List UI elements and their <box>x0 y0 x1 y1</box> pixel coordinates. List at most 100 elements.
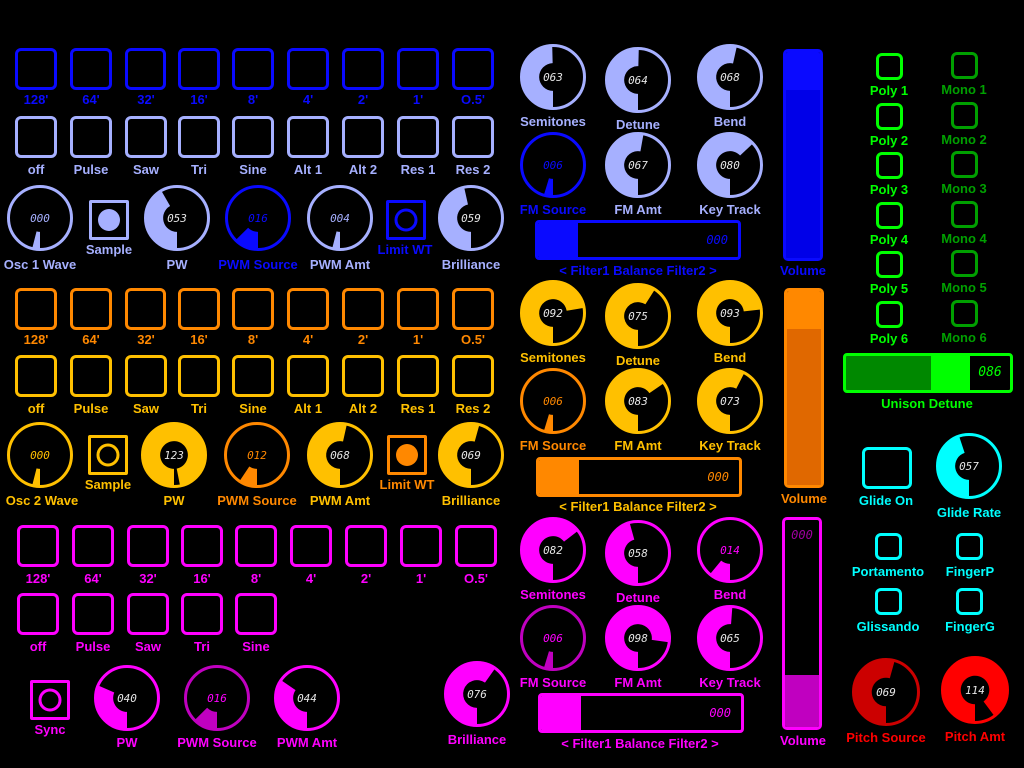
osc1-fm-source-knob[interactable]: 006 <box>520 132 586 198</box>
osc1-limit-wt-toggle[interactable] <box>386 200 426 240</box>
voice-poly-button[interactable] <box>876 102 903 130</box>
osc3-brilliance-knob[interactable]: 076 <box>444 661 510 727</box>
osc3-sync-toggle[interactable] <box>30 680 70 720</box>
osc2-pw-knob[interactable]: 123 <box>141 422 207 488</box>
osc2-volume-slider[interactable] <box>784 288 824 488</box>
glide-on-button[interactable] <box>862 447 912 489</box>
osc2-octave-button[interactable] <box>287 288 329 330</box>
osc2-octave-button[interactable] <box>178 288 220 330</box>
osc2-limit-wt-toggle[interactable] <box>387 435 427 475</box>
osc1-semitones-knob[interactable]: 063 <box>520 44 586 110</box>
osc2-wave-button[interactable] <box>70 355 112 397</box>
osc1-wave-button[interactable] <box>342 116 384 158</box>
osc3-octave-button[interactable] <box>400 525 442 567</box>
osc2-brilliance-knob[interactable]: 069 <box>438 422 504 488</box>
osc3-octave-button[interactable] <box>72 525 114 567</box>
osc3-key-track-knob[interactable]: 065 <box>697 605 763 671</box>
voice-poly-button[interactable] <box>876 201 903 229</box>
osc2-octave-button[interactable] <box>15 288 57 330</box>
osc2-bend-knob[interactable]: 093 <box>697 280 763 346</box>
osc1-octave-button[interactable] <box>15 48 57 90</box>
osc2-wave-button[interactable] <box>15 355 57 397</box>
osc2-wave-button[interactable] <box>178 355 220 397</box>
osc2-pwm-amt-knob[interactable]: 068 <box>307 422 373 488</box>
osc3-octave-button[interactable] <box>17 525 59 567</box>
osc1-sample-toggle[interactable] <box>89 200 129 240</box>
osc3-pw-knob[interactable]: 040 <box>94 665 160 731</box>
osc1-wave-knob[interactable]: 000 <box>7 185 73 251</box>
osc3-wave-button[interactable] <box>127 593 169 635</box>
osc3-wave-button[interactable] <box>72 593 114 635</box>
voice-mono-button[interactable] <box>951 299 978 327</box>
finger-p-button[interactable] <box>956 533 983 560</box>
osc2-wave-button[interactable] <box>452 355 494 397</box>
osc3-fm-source-knob[interactable]: 006 <box>520 605 586 671</box>
osc2-octave-button[interactable] <box>232 288 274 330</box>
osc3-octave-button[interactable] <box>181 525 223 567</box>
osc3-octave-button[interactable] <box>235 525 277 567</box>
osc3-octave-button[interactable] <box>127 525 169 567</box>
osc1-pw-knob[interactable]: 053 <box>144 185 210 251</box>
osc1-octave-button[interactable] <box>342 48 384 90</box>
finger-g-button[interactable] <box>956 588 983 615</box>
osc1-octave-button[interactable] <box>287 48 329 90</box>
osc1-wave-button[interactable] <box>15 116 57 158</box>
osc2-pwm-source-knob[interactable]: 012 <box>224 422 290 488</box>
osc2-sample-toggle[interactable] <box>88 435 128 475</box>
osc3-semitones-knob[interactable]: 082 <box>520 517 586 583</box>
osc3-octave-button[interactable] <box>455 525 497 567</box>
osc2-wave-button[interactable] <box>125 355 167 397</box>
voice-poly-button[interactable] <box>876 251 903 278</box>
osc1-octave-button[interactable] <box>178 48 220 90</box>
osc2-detune-knob[interactable]: 075 <box>605 283 671 349</box>
osc2-wave-knob[interactable]: 000 <box>7 422 73 488</box>
osc1-wave-button[interactable] <box>178 116 220 158</box>
osc2-semitones-knob[interactable]: 092 <box>520 280 586 346</box>
osc1-brilliance-knob[interactable]: 059 <box>438 185 504 251</box>
osc1-wave-button[interactable] <box>232 116 274 158</box>
osc1-bend-knob[interactable]: 068 <box>697 44 763 110</box>
osc2-octave-button[interactable] <box>70 288 112 330</box>
voice-mono-button[interactable] <box>951 52 978 79</box>
osc1-wave-button[interactable] <box>397 116 439 158</box>
osc2-key-track-knob[interactable]: 073 <box>697 368 763 434</box>
osc3-octave-button[interactable] <box>290 525 332 567</box>
osc2-wave-button[interactable] <box>287 355 329 397</box>
osc1-balance-slider[interactable]: 000 <box>535 220 741 260</box>
portamento-button[interactable] <box>875 533 902 560</box>
voice-mono-button[interactable] <box>951 250 978 277</box>
osc3-volume-slider[interactable]: 000 <box>782 517 822 730</box>
osc1-wave-button[interactable] <box>452 116 494 158</box>
osc2-fm-amt-knob[interactable]: 083 <box>605 368 671 434</box>
osc3-wave-button[interactable] <box>181 593 223 635</box>
osc2-wave-button[interactable] <box>397 355 439 397</box>
osc2-octave-button[interactable] <box>397 288 439 330</box>
pitch-source-knob[interactable]: 069 <box>852 658 920 726</box>
osc1-pwm-amt-knob[interactable]: 004 <box>307 185 373 251</box>
osc1-wave-button[interactable] <box>287 116 329 158</box>
osc2-fm-source-knob[interactable]: 006 <box>520 368 586 434</box>
osc3-octave-button[interactable] <box>345 525 387 567</box>
osc1-detune-knob[interactable]: 064 <box>605 47 671 113</box>
voice-mono-button[interactable] <box>951 151 978 178</box>
glide-rate-knob[interactable]: 057 <box>936 433 1002 499</box>
osc1-octave-button[interactable] <box>452 48 494 90</box>
voice-poly-button[interactable] <box>876 300 903 328</box>
osc2-wave-button[interactable] <box>342 355 384 397</box>
voice-poly-button[interactable] <box>876 152 903 179</box>
osc3-fm-amt-knob[interactable]: 098 <box>605 605 671 671</box>
glissando-button[interactable] <box>875 588 902 615</box>
voice-mono-button[interactable] <box>951 200 978 228</box>
osc3-pwm-source-knob[interactable]: 016 <box>184 665 250 731</box>
osc1-wave-button[interactable] <box>125 116 167 158</box>
osc3-wave-button[interactable] <box>235 593 277 635</box>
osc1-octave-button[interactable] <box>232 48 274 90</box>
osc1-fm-amt-knob[interactable]: 067 <box>605 132 671 198</box>
osc1-wave-button[interactable] <box>70 116 112 158</box>
osc2-octave-button[interactable] <box>452 288 494 330</box>
osc3-bend-knob[interactable]: 014 <box>697 517 763 583</box>
osc2-octave-button[interactable] <box>125 288 166 330</box>
osc3-wave-button[interactable] <box>17 593 59 635</box>
osc1-key-track-knob[interactable]: 080 <box>697 132 763 198</box>
osc2-balance-slider[interactable]: 000 <box>536 457 742 497</box>
